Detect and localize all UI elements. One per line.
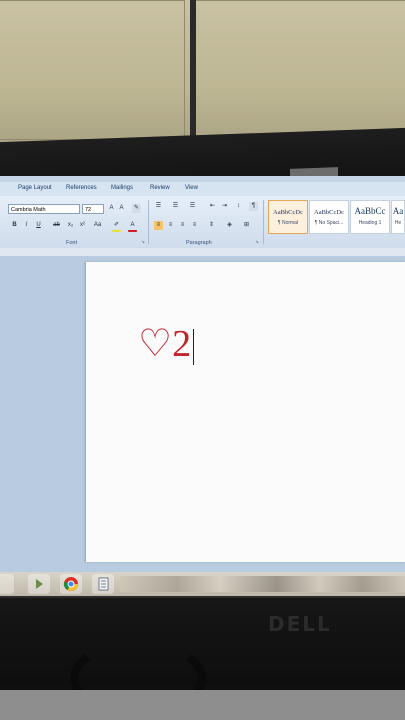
decrease-indent-icon[interactable]: ⇤: [208, 202, 217, 211]
word-document-icon[interactable]: [92, 574, 114, 594]
document-page[interactable]: ♡2: [86, 262, 405, 562]
show-hide-marks-icon[interactable]: ¶: [249, 202, 258, 211]
group-separator: [148, 200, 149, 244]
shading-icon[interactable]: ◈: [225, 221, 234, 230]
align-left-icon[interactable]: ≡: [154, 221, 163, 230]
taskbar-folder-icon[interactable]: [0, 574, 14, 594]
tab-view[interactable]: View: [185, 185, 198, 191]
paragraph-group-label: Paragraph: [186, 240, 212, 246]
style-name: Heading 1: [358, 220, 382, 226]
chrome-icon[interactable]: [60, 574, 82, 594]
underline-icon[interactable]: U: [34, 221, 43, 230]
change-case-icon[interactable]: Aa: [93, 221, 102, 230]
font-group-label: Font: [66, 240, 78, 246]
style-name: ¶ Normal: [277, 220, 299, 226]
style-preview: AaBbCcDc: [273, 209, 303, 216]
numbering-icon[interactable]: ☰: [171, 202, 180, 211]
document-text-content: ♡2: [138, 323, 192, 365]
desk-surface: [0, 690, 405, 720]
document-text[interactable]: ♡2: [138, 323, 195, 366]
style-preview: AaBbCcDc: [314, 209, 344, 216]
grow-font-icon[interactable]: A: [107, 204, 116, 213]
align-right-icon[interactable]: ≡: [178, 221, 187, 230]
tab-mailings[interactable]: Mailings: [111, 185, 133, 191]
ribbon: Cambria Math 72 A A ✎ B I U ab x₂ x² Aa …: [0, 196, 405, 249]
font-name-combobox[interactable]: Cambria Math: [8, 204, 80, 214]
strikethrough-icon[interactable]: ab: [52, 221, 61, 230]
highlight-icon[interactable]: ✐: [112, 221, 121, 232]
italic-icon[interactable]: I: [22, 221, 31, 230]
style-no-spacing[interactable]: AaBbCcDc ¶ No Spaci...: [309, 200, 349, 234]
wall-cable: [190, 0, 196, 140]
shrink-font-icon[interactable]: A: [117, 204, 126, 213]
style-name: He: [394, 220, 402, 226]
bold-icon[interactable]: B: [10, 221, 19, 230]
multilevel-list-icon[interactable]: ☰: [188, 202, 197, 211]
style-preview: Aa: [392, 206, 404, 216]
sort-icon[interactable]: ↕: [234, 202, 243, 211]
text-cursor: [193, 329, 195, 366]
ribbon-tab-bar: Page Layout References Mailings Review V…: [0, 182, 405, 196]
tab-references[interactable]: References: [66, 185, 97, 191]
style-heading-2[interactable]: Aa He: [391, 200, 405, 234]
style-heading-1[interactable]: AaBbCc Heading 1: [350, 200, 390, 234]
monitor-screen: Page Layout References Mailings Review V…: [0, 176, 405, 596]
tab-page-layout[interactable]: Page Layout: [18, 185, 52, 191]
style-normal[interactable]: AaBbCcDc ¶ Normal: [268, 200, 308, 234]
justify-icon[interactable]: ≡: [190, 221, 199, 230]
background-wall: [0, 0, 405, 150]
taskbar-blurred-area: [120, 576, 405, 592]
wall-panel: [195, 0, 405, 140]
style-name: ¶ No Spaci...: [314, 220, 344, 226]
media-player-icon[interactable]: [28, 574, 50, 594]
line-spacing-icon[interactable]: ⇕: [207, 221, 216, 230]
font-color-icon[interactable]: A: [128, 221, 137, 232]
font-size-combobox[interactable]: 72: [82, 204, 104, 214]
superscript-icon[interactable]: x²: [78, 221, 87, 230]
dell-logo: DELL: [268, 612, 332, 636]
font-dialog-launcher-icon[interactable]: ↘: [140, 239, 146, 245]
increase-indent-icon[interactable]: ⇥: [220, 202, 229, 211]
bullets-icon[interactable]: ☰: [154, 202, 163, 211]
group-separator: [263, 200, 264, 244]
style-preview: AaBbCc: [354, 206, 386, 216]
align-center-icon[interactable]: ≡: [166, 221, 175, 230]
wall-panel: [0, 0, 185, 140]
clear-formatting-icon[interactable]: ✎: [132, 204, 141, 213]
paragraph-dialog-launcher-icon[interactable]: ↘: [254, 239, 260, 245]
taskbar: [0, 572, 405, 596]
subscript-icon[interactable]: x₂: [66, 221, 75, 230]
tab-review[interactable]: Review: [150, 185, 170, 191]
borders-icon[interactable]: ⊞: [242, 221, 251, 230]
